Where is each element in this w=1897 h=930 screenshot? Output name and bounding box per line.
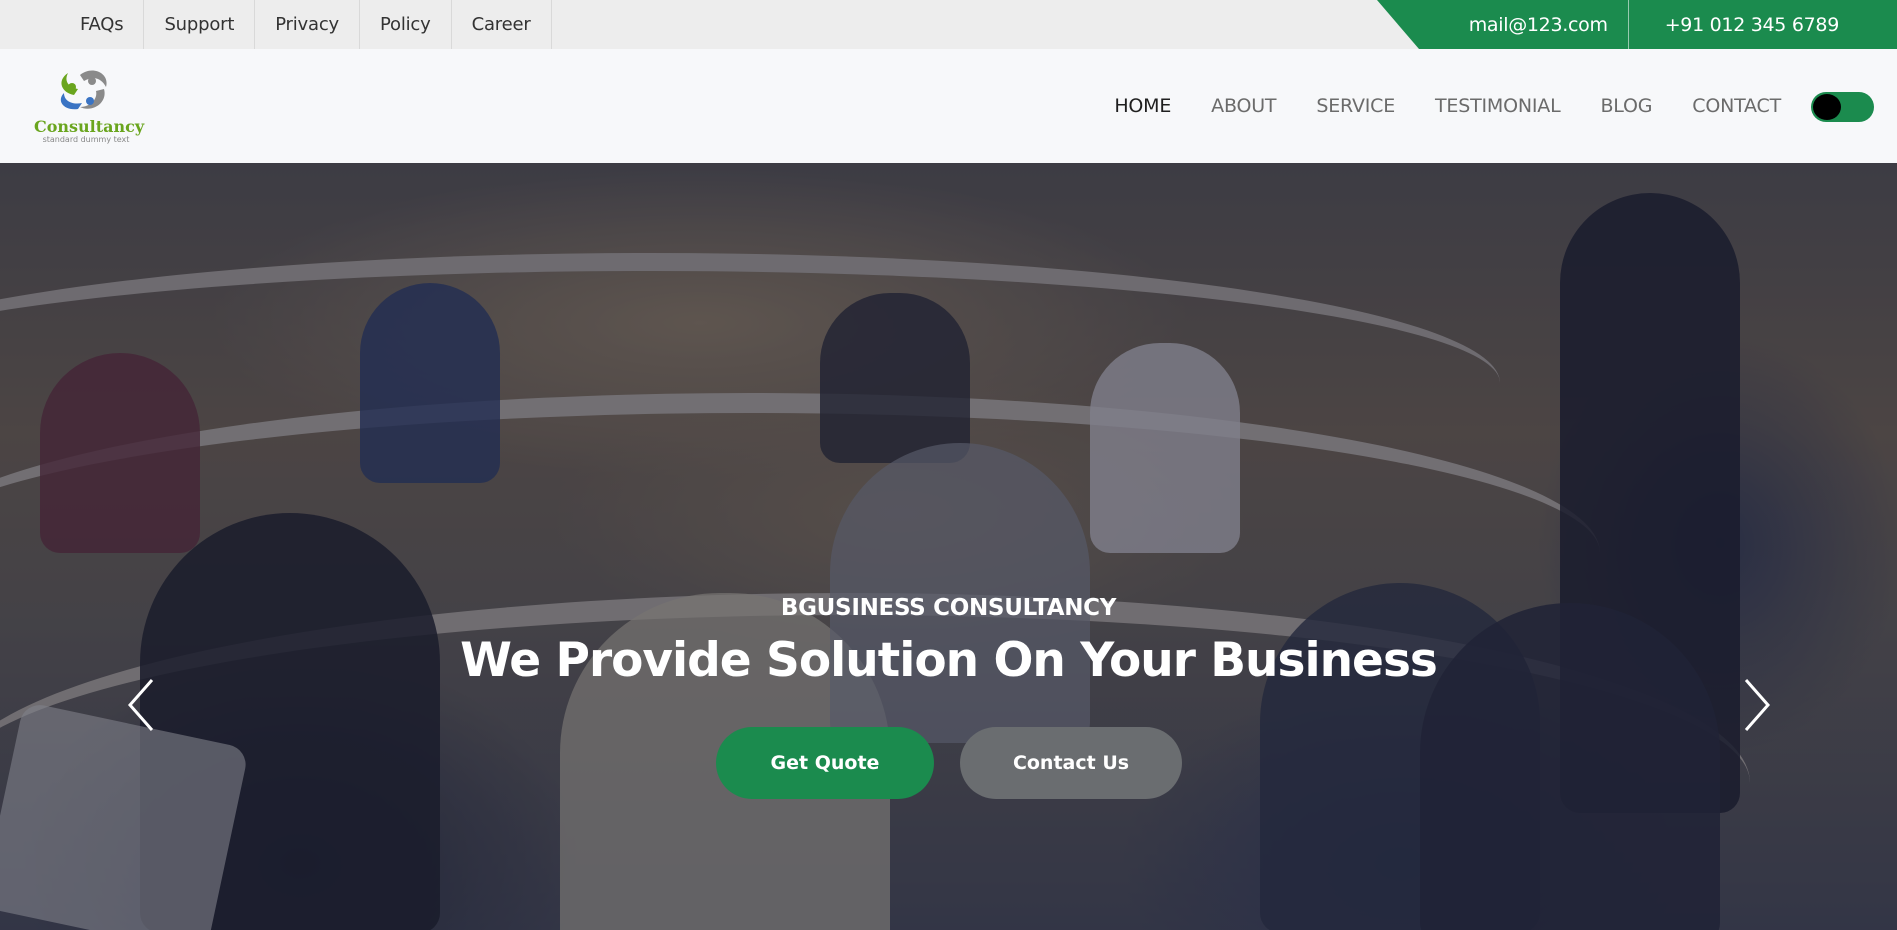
nav-item-service[interactable]: SERVICE xyxy=(1316,95,1395,117)
brand-tagline: standard dummy text xyxy=(42,135,130,144)
top-link-career[interactable]: Career xyxy=(452,0,552,49)
main-nav: HOME ABOUT SERVICE TESTIMONIAL BLOG CONT… xyxy=(1074,49,1781,163)
theme-toggle[interactable] xyxy=(1811,92,1874,122)
nav-item-home[interactable]: HOME xyxy=(1114,95,1171,117)
chevron-left-icon xyxy=(128,679,154,731)
nav-item-testimonial[interactable]: TESTIMONIAL xyxy=(1435,95,1561,117)
hero-title: We Provide Solution On Your Business xyxy=(460,633,1438,688)
carousel-prev-button[interactable] xyxy=(122,670,162,740)
top-link-policy[interactable]: Policy xyxy=(360,0,452,49)
main-navbar: Consultancy standard dummy text HOME ABO… xyxy=(0,49,1897,163)
top-link-faqs[interactable]: FAQs xyxy=(60,0,145,49)
logo-mark-icon xyxy=(60,70,107,110)
nav-item-about[interactable]: ABOUT xyxy=(1211,95,1276,117)
nav-item-blog[interactable]: BLOG xyxy=(1600,95,1652,117)
contact-phone[interactable]: +91 012 345 6789 xyxy=(1629,0,1897,49)
hero-overlay xyxy=(0,163,1897,930)
carousel-next-button[interactable] xyxy=(1736,670,1776,740)
brand-name: Consultancy xyxy=(34,117,145,136)
top-links: FAQs Support Privacy Policy Career xyxy=(60,0,552,49)
get-quote-button[interactable]: Get Quote xyxy=(716,727,934,799)
top-bar: FAQs Support Privacy Policy Career mail@… xyxy=(0,0,1897,49)
contact-us-button[interactable]: Contact Us xyxy=(960,727,1182,799)
top-link-support[interactable]: Support xyxy=(144,0,256,49)
top-link-privacy[interactable]: Privacy xyxy=(255,0,360,49)
toggle-switch-icon xyxy=(1813,94,1841,120)
chevron-right-icon xyxy=(1744,679,1770,731)
top-contact-bar: mail@123.com +91 012 345 6789 xyxy=(1377,0,1897,49)
hero-subtitle: BGUSINESS CONSULTANCY xyxy=(780,595,1117,621)
hero-carousel: BGUSINESS CONSULTANCY We Provide Solutio… xyxy=(0,163,1897,930)
contact-email[interactable]: mail@123.com xyxy=(1447,0,1628,49)
nav-item-contact[interactable]: CONTACT xyxy=(1692,95,1781,117)
brand-logo[interactable]: Consultancy standard dummy text xyxy=(34,67,145,147)
